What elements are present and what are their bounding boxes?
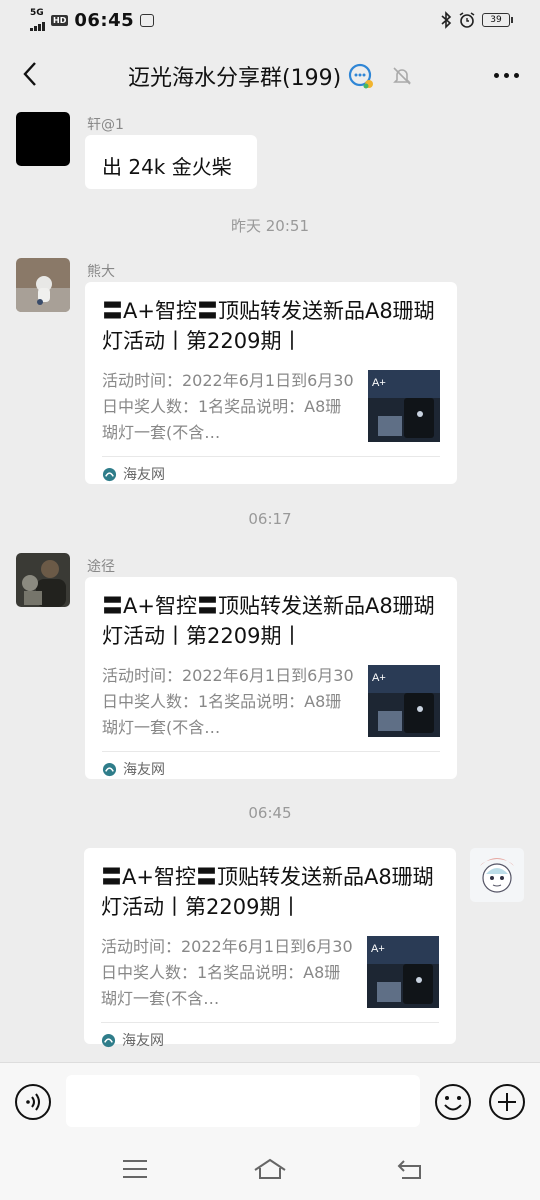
avatar-sender-3[interactable] [16, 553, 70, 607]
avatar-sender-2[interactable] [16, 258, 70, 312]
timestamp-divider: 昨天 20:51 [231, 217, 309, 235]
site-logo-icon [102, 467, 117, 481]
sender-name: 熊大 [87, 264, 115, 280]
back-arrow-icon [23, 62, 36, 86]
card-title: 〓A+智控〓顶贴转发送新品A8珊瑚灯活动丨第2209期丨 [101, 865, 434, 919]
input-bar [0, 1062, 540, 1140]
back-button[interactable] [12, 56, 48, 92]
svg-text:A+: A+ [371, 943, 385, 955]
menu-icon[interactable] [120, 1156, 150, 1182]
bluetooth-icon [441, 11, 452, 29]
source-name: 海友网 [123, 762, 165, 778]
group-name: 迈光海水分享群(199) [128, 66, 342, 91]
battery-level: 39 [490, 15, 502, 25]
chat-header: 迈光海水分享群(199) [0, 40, 540, 110]
plus-icon[interactable] [488, 1083, 526, 1121]
notification-icon [140, 13, 155, 27]
signal-indicator: 5G [30, 9, 45, 31]
chat-title: 迈光海水分享群(199) [128, 60, 413, 92]
status-time: 06:45 [74, 9, 135, 31]
sender-name: 轩@1 [87, 117, 124, 133]
signal-bars-icon [30, 19, 45, 31]
card-description: 活动时间：2022年6月1日到6月30日中奖人数：1名奖品说明：A8珊瑚灯一套(… [102, 666, 354, 737]
group-chat-icon [349, 63, 374, 89]
svg-text:A+: A+ [372, 672, 386, 684]
source-name: 海友网 [122, 1033, 164, 1049]
hd-badge: HD [51, 14, 69, 26]
timestamp-divider: 06:17 [248, 510, 292, 528]
message-text: 出 24k 金火柴 [102, 155, 232, 179]
battery-icon: 39 [482, 13, 513, 27]
avatar-photo [16, 258, 70, 312]
network-type: 5G [30, 8, 44, 18]
home-icon[interactable] [252, 1156, 288, 1182]
card-source: 海友网 [102, 457, 440, 491]
link-card-message[interactable]: 〓A+智控〓顶贴转发送新品A8珊瑚灯活动丨第2209期丨 活动时间：2022年6… [85, 282, 457, 484]
avatar-photo [16, 553, 70, 607]
message-input[interactable] [66, 1075, 420, 1127]
card-thumbnail: A+ [368, 665, 440, 737]
site-logo-icon [102, 762, 117, 776]
more-dots-icon [493, 72, 499, 78]
card-thumbnail: A+ [368, 370, 440, 442]
avatar-sender-1[interactable] [16, 112, 70, 166]
text-message-bubble[interactable]: 出 24k 金火柴 [85, 135, 257, 189]
card-title: 〓A+智控〓顶贴转发送新品A8珊瑚灯活动丨第2209期丨 [102, 299, 435, 353]
sender-name: 途径 [87, 559, 115, 575]
timestamp-divider: 06:45 [248, 804, 292, 822]
link-card-message-self[interactable]: 〓A+智控〓顶贴转发送新品A8珊瑚灯活动丨第2209期丨 活动时间：2022年6… [84, 848, 456, 1049]
card-description: 活动时间：2022年6月1日到6月30日中奖人数：1名奖品说明：A8珊瑚灯一套(… [101, 937, 353, 1008]
return-icon[interactable] [396, 1156, 426, 1182]
card-title: 〓A+智控〓顶贴转发送新品A8珊瑚灯活动丨第2209期丨 [102, 594, 435, 648]
card-source: 海友网 [101, 1023, 439, 1057]
avatar-cartoon [470, 848, 524, 902]
system-navigation-bar [0, 1140, 540, 1200]
card-source: 海友网 [102, 752, 440, 786]
voice-icon[interactable] [14, 1083, 52, 1121]
source-name: 海友网 [123, 467, 165, 483]
emoji-icon[interactable] [434, 1083, 472, 1121]
svg-text:A+: A+ [372, 377, 386, 389]
card-description: 活动时间：2022年6月1日到6月30日中奖人数：1名奖品说明：A8珊瑚灯一套(… [102, 371, 354, 442]
mute-bell-icon [393, 67, 412, 85]
more-button[interactable] [488, 60, 524, 90]
alarm-icon [459, 12, 475, 28]
avatar-self[interactable] [470, 848, 524, 902]
status-bar: 5G HD 06:45 39 [0, 0, 540, 40]
card-thumbnail: A+ [367, 936, 439, 1008]
site-logo-icon [101, 1033, 116, 1047]
link-card-message[interactable]: 〓A+智控〓顶贴转发送新品A8珊瑚灯活动丨第2209期丨 活动时间：2022年6… [85, 577, 457, 779]
